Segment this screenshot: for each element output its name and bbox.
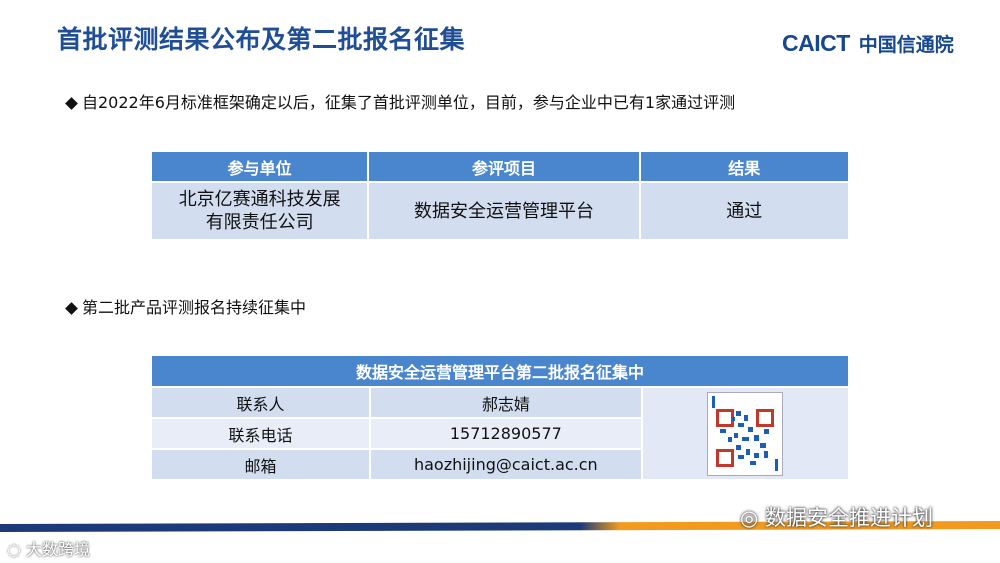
cell-unit: 北京亿赛通科技发展 有限责任公司 (149, 181, 370, 241)
diamond-bullet-icon (65, 301, 78, 315)
corner-watermark: ◌ 大数跨境 (7, 536, 90, 560)
results-table: 参与单位 参评项目 结果 北京亿赛通科技发展 有限责任公司 数据安全运营管理平台… (149, 150, 851, 241)
bullet-second-text: 第二批产品评测报名持续征集中 (82, 298, 307, 317)
corner-logo-icon: ◌ (7, 540, 27, 559)
wechat-icon: ◎ (740, 506, 765, 530)
page-title: 首批评测结果公布及第二批报名征集 (57, 25, 466, 54)
results-header-row: 参与单位 参评项目 结果 (149, 150, 851, 183)
contact-label: 邮箱 (149, 448, 372, 481)
header-unit: 参与单位 (149, 150, 370, 183)
bullet-second: 第二批产品评测报名持续征集中 (63, 294, 306, 318)
contact-label: 联系人 (149, 386, 372, 419)
qr-cell (640, 386, 851, 481)
caict-logo: CAICT 中国信通院 (782, 30, 954, 56)
bullet-first-text: 自2022年6月标准框架确定以后，征集了首批评测单位，目前，参与企业中已有1家通… (82, 93, 736, 112)
contact-value: haozhijing@caict.ac.cn (369, 448, 643, 481)
contact-label: 联系电话 (149, 417, 372, 450)
logo-cn: 中国信通院 (858, 33, 954, 56)
qr-code-icon[interactable] (707, 391, 784, 476)
contact-value: 郝志婧 (369, 386, 643, 419)
bullet-first: 自2022年6月标准框架确定以后，征集了首批评测单位，目前，参与企业中已有1家通… (63, 89, 735, 113)
corner-watermark-text: 大数跨境 (26, 540, 91, 559)
unit-line-1: 北京亿赛通科技发展 (178, 189, 341, 210)
contact-table-title: 数据安全运营管理平台第二批报名征集中 (150, 354, 850, 388)
table-row: 北京亿赛通科技发展 有限责任公司 数据安全运营管理平台 通过 (149, 181, 851, 241)
logo-en: CAICT (782, 29, 850, 56)
cell-result: 通过 (638, 181, 851, 241)
header-project: 参评项目 (367, 150, 641, 183)
cell-project: 数据安全运营管理平台 (367, 181, 641, 241)
contact-header-row: 数据安全运营管理平台第二批报名征集中 (150, 354, 850, 388)
header-result: 结果 (638, 150, 851, 183)
unit-line-2: 有限责任公司 (205, 212, 314, 233)
contact-table: 数据安全运营管理平台第二批报名征集中 联系人 郝志婧 联系电话 15712890… (149, 354, 851, 481)
table-row: 联系人 郝志婧 (149, 386, 851, 481)
qr-pattern (720, 410, 770, 465)
wechat-watermark-text: 数据安全推进计划 (765, 506, 933, 530)
wechat-watermark: ◎ 数据安全推进计划 (740, 502, 933, 532)
diamond-bullet-icon (65, 96, 78, 110)
contact-value: 15712890577 (369, 417, 643, 450)
